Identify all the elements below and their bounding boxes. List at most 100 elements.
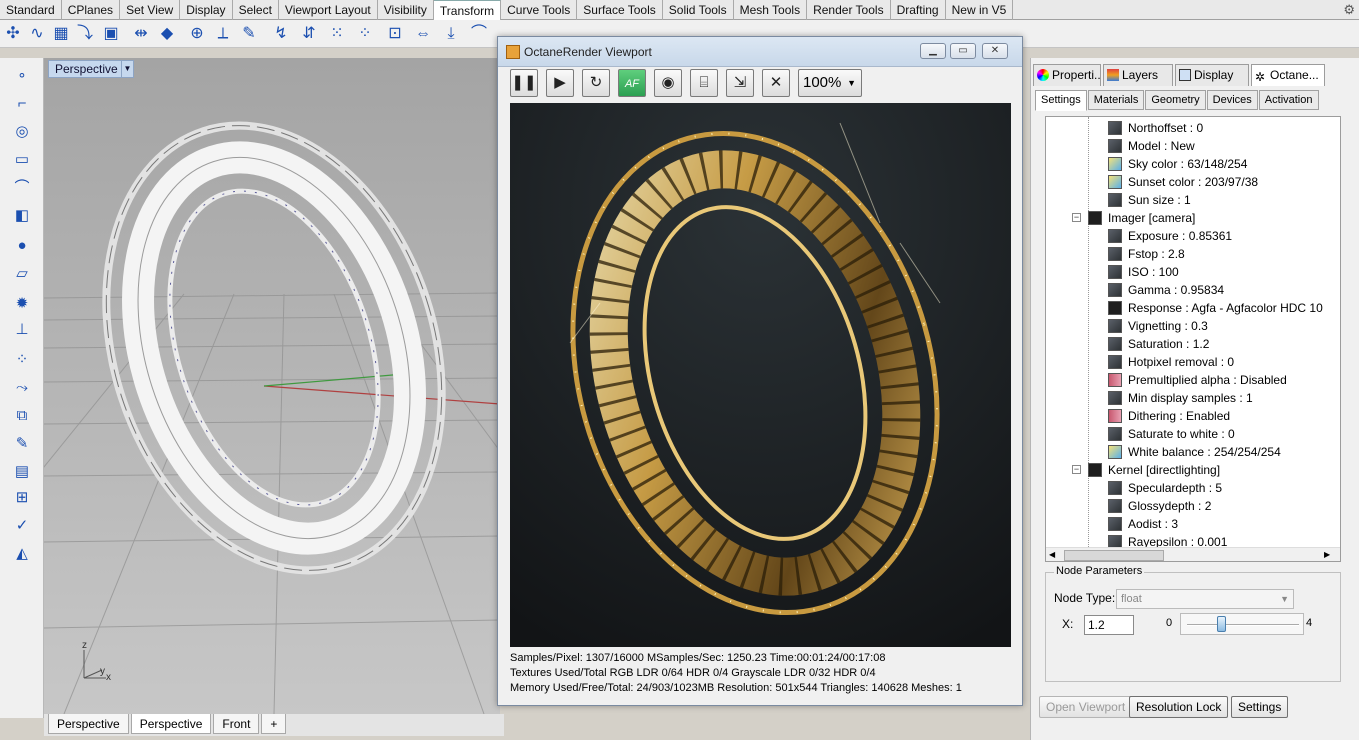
tree-item-label: Saturate to white : 0: [1128, 427, 1235, 441]
paint-icon[interactable]: ◭: [12, 544, 32, 564]
ribbon-tab-viewport-layout[interactable]: Viewport Layout: [279, 0, 378, 20]
flow-icon[interactable]: ↯: [270, 23, 292, 45]
grid-array-icon[interactable]: ⁙: [326, 23, 348, 45]
twist-icon[interactable]: ✎: [238, 23, 260, 45]
ribbon-tab-transform[interactable]: Transform: [433, 0, 502, 20]
tree-item-label: ISO : 100: [1128, 265, 1179, 279]
slider-thumb[interactable]: [1216, 616, 1226, 632]
set-pt-icon[interactable]: ⊡: [384, 23, 406, 45]
mirror-icon[interactable]: ⇹: [130, 23, 152, 45]
array-icon[interactable]: ▦: [50, 23, 72, 45]
slider-max-label: 4: [1306, 617, 1313, 629]
collapse-icon[interactable]: −: [1072, 465, 1081, 474]
scroll-left-icon[interactable]: ◀: [1049, 550, 1055, 559]
focus-picker-button[interactable]: ◉: [654, 69, 682, 97]
transform-icon[interactable]: ⤳: [12, 378, 32, 398]
subtab-settings[interactable]: Settings: [1035, 90, 1087, 111]
stretch-icon[interactable]: ⇔: [412, 23, 434, 45]
node-type-select[interactable]: float ▼: [1116, 589, 1294, 609]
ribbon-tab-set-view[interactable]: Set View: [120, 0, 181, 20]
scale-icon[interactable]: ⊕: [186, 23, 208, 45]
close-button[interactable]: ✕: [982, 43, 1008, 59]
minimize-button[interactable]: ▁: [920, 43, 946, 59]
ribbon-tab-mesh-tools[interactable]: Mesh Tools: [734, 0, 808, 20]
settings-tree[interactable]: Northoffset : 0 Model : New Sky color : 63…: [1045, 116, 1341, 562]
settings-button[interactable]: Settings: [1231, 696, 1289, 718]
sphere-icon[interactable]: ●: [12, 236, 32, 256]
subtab-devices[interactable]: Devices: [1206, 90, 1258, 110]
align-icon[interactable]: ⇵: [298, 23, 320, 45]
curve-tool-icon[interactable]: ∿: [26, 23, 48, 45]
fillet-icon[interactable]: ⌒: [12, 178, 32, 198]
surface-icon[interactable]: ◧: [12, 206, 32, 226]
perspective-viewport[interactable]: z y x Perspective ▼: [44, 58, 500, 714]
options-gear-icon[interactable]: ⚙: [1343, 2, 1355, 18]
orient-icon[interactable]: ⤵: [74, 23, 96, 45]
ribbon-tab-select[interactable]: Select: [233, 0, 279, 20]
subtab-activation[interactable]: Activation: [1258, 90, 1319, 110]
collapse-icon[interactable]: −: [1072, 213, 1081, 222]
export-button[interactable]: ⇲: [726, 69, 754, 97]
restart-button[interactable]: ↻: [582, 69, 610, 97]
window-titlebar[interactable]: OctaneRender Viewport ▁ ▭ ✕: [498, 37, 1022, 67]
ribbon-tab-cplanes[interactable]: CPlanes: [62, 0, 121, 20]
tab-properties[interactable]: Properti...: [1033, 64, 1101, 86]
tab-layers[interactable]: Layers: [1103, 64, 1173, 86]
group-icon[interactable]: ▤: [12, 462, 32, 482]
render-output[interactable]: [510, 103, 1011, 647]
ribbon-tab-standard[interactable]: Standard: [0, 0, 62, 20]
rectangle-icon[interactable]: ▭: [12, 150, 32, 170]
chevron-down-icon[interactable]: ▼: [121, 61, 133, 77]
shear-icon[interactable]: ⟂: [212, 23, 234, 45]
move-tool-icon[interactable]: ✣: [2, 23, 24, 45]
ribbon-tab-curve-tools[interactable]: Curve Tools: [501, 0, 578, 20]
ribbon-tab-render-tools[interactable]: Render Tools: [807, 0, 891, 20]
subtab-geometry[interactable]: Geometry: [1145, 90, 1206, 110]
add-viewport-tab-button[interactable]: +: [261, 714, 287, 734]
ribbon-tab-visibility[interactable]: Visibility: [378, 0, 434, 20]
pause-button[interactable]: ❚❚: [510, 69, 538, 97]
tab-octane[interactable]: ✲ Octane...: [1251, 64, 1325, 86]
camera-button[interactable]: ⌸: [690, 69, 718, 97]
explode-icon[interactable]: ✹: [12, 294, 32, 314]
edit-icon[interactable]: ✎: [12, 434, 32, 454]
resolution-lock-button[interactable]: Resolution Lock: [1129, 696, 1229, 718]
rotate-icon[interactable]: ◆: [156, 23, 178, 45]
ribbon-tab-solid-tools[interactable]: Solid Tools: [663, 0, 734, 20]
copy-icon[interactable]: ⧉: [12, 406, 32, 426]
mesh-icon[interactable]: ▱: [12, 264, 32, 284]
horizontal-scrollbar[interactable]: ◀ ▶: [1046, 547, 1340, 561]
open-viewport-button[interactable]: Open Viewport: [1039, 696, 1133, 718]
hscroll-thumb[interactable]: [1064, 550, 1164, 561]
bend-icon[interactable]: ⌒: [468, 23, 490, 45]
ribbon-tab-display[interactable]: Display: [180, 0, 233, 20]
check-icon[interactable]: ✓: [12, 516, 32, 536]
viewport-tab-perspective-1[interactable]: Perspective: [130, 714, 212, 734]
dot-icon[interactable]: ⁘: [12, 350, 32, 370]
viewport-tab-perspective-0[interactable]: Perspective: [48, 714, 129, 734]
viewport-title[interactable]: Perspective ▼: [48, 60, 134, 78]
box-icon[interactable]: ▣: [100, 23, 122, 45]
ribbon-tab-drafting[interactable]: Drafting: [891, 0, 946, 20]
tab-display[interactable]: Display: [1175, 64, 1249, 86]
ribbon-tab-new-in-v5[interactable]: New in V5: [946, 0, 1014, 20]
polyline-icon[interactable]: ⌐: [12, 94, 32, 114]
dimension-icon[interactable]: ⊞: [12, 488, 32, 508]
x-value-input[interactable]: 1.2: [1084, 615, 1134, 635]
zoom-select[interactable]: 100% ▼: [798, 69, 862, 97]
polar-array-icon[interactable]: ⁘: [354, 23, 376, 45]
maximize-button[interactable]: ▭: [950, 43, 976, 59]
trim-icon[interactable]: ⊥: [12, 320, 32, 340]
subtab-materials[interactable]: Materials: [1087, 90, 1145, 110]
stop-button[interactable]: ✕: [762, 69, 790, 97]
ribbon-tab-surface-tools[interactable]: Surface Tools: [577, 0, 663, 20]
point-icon[interactable]: ∘: [12, 66, 32, 86]
circle-icon[interactable]: ◎: [12, 122, 32, 142]
play-button[interactable]: ▶: [546, 69, 574, 97]
project-icon[interactable]: ⤓: [440, 23, 462, 45]
x-slider[interactable]: [1180, 613, 1304, 635]
vertical-scrollbar[interactable]: ▲ ▼: [1340, 117, 1341, 547]
viewport-tab-front-2[interactable]: Front: [213, 714, 260, 734]
autofocus-button[interactable]: AF: [618, 69, 646, 97]
scroll-right-icon[interactable]: ▶: [1324, 550, 1330, 559]
